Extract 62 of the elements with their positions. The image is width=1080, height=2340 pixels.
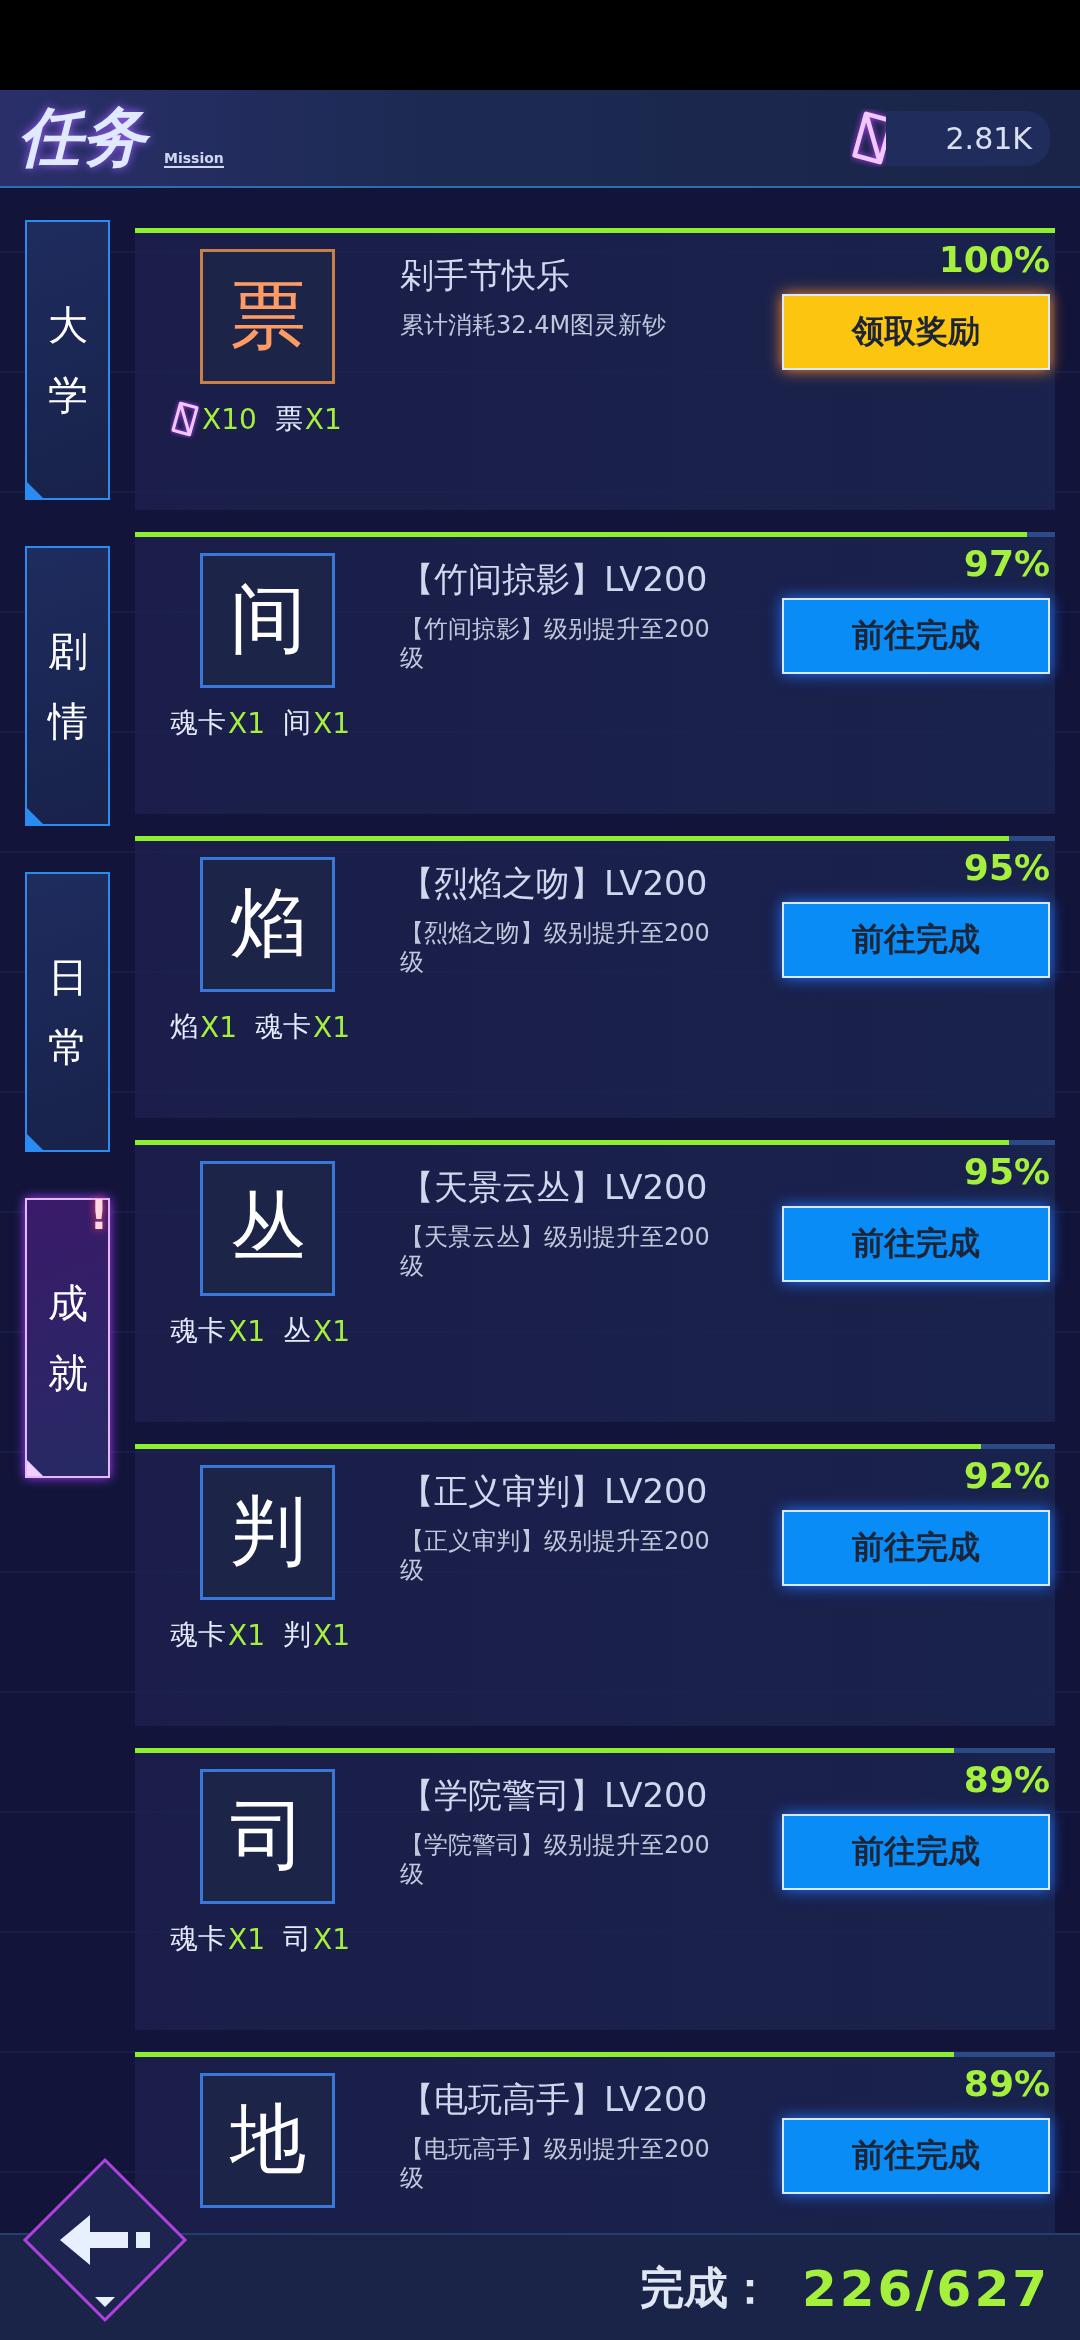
reward-item: 魂卡X1 — [170, 1313, 265, 1350]
page-subtitle: Mission — [164, 150, 224, 168]
reward-item: 票X1 — [274, 401, 342, 438]
reward-tile: 司 — [200, 1769, 335, 1904]
reward-count: X10 — [202, 402, 257, 436]
reward-item: 魂卡X1 — [255, 1009, 350, 1046]
claim-button[interactable]: 领取奖励 — [782, 294, 1050, 370]
category-tab[interactable]: 大学 — [25, 220, 110, 500]
currency-amount: 2.81K — [885, 110, 1050, 166]
task-description: 【天景云丛】级别提升至200级 — [400, 1223, 711, 1281]
progress-percent: 89% — [963, 1759, 1050, 1800]
crystal-icon — [170, 400, 200, 438]
task-title: 【天景云丛】LV200 — [400, 1166, 709, 1209]
category-tab[interactable]: 成就 ! — [25, 1198, 110, 1478]
progress-percent: 97% — [963, 543, 1050, 584]
reward-item: 焰X1 — [170, 1009, 237, 1046]
page-title: 任务 — [14, 96, 160, 180]
progress-percent: 95% — [963, 1151, 1050, 1192]
reward-tile: 判 — [200, 1465, 335, 1600]
task-description: 【竹间掠影】级别提升至200级 — [400, 615, 711, 673]
go-button[interactable]: 前往完成 — [782, 902, 1050, 978]
progress-percent: 100% — [938, 239, 1050, 280]
reward-item: 间X1 — [283, 705, 350, 742]
back-button[interactable] — [20, 2155, 190, 2325]
task-title: 剁手节快乐 — [400, 254, 571, 297]
reward-item: 判X1 — [283, 1617, 350, 1654]
reward-tile: 票 — [200, 249, 335, 384]
category-tab[interactable]: 日常 — [25, 872, 110, 1152]
go-button[interactable]: 前往完成 — [782, 1206, 1050, 1282]
corner-marker — [27, 482, 43, 498]
reward-tile: 地 — [200, 2073, 335, 2208]
reward-tile: 丛 — [200, 1161, 335, 1296]
completed-count: 226/627 — [802, 2259, 1050, 2318]
task-title: 【竹间掠影】LV200 — [400, 558, 709, 601]
progress-percent: 95% — [963, 847, 1050, 888]
task-description: 【烈焰之吻】级别提升至200级 — [400, 919, 711, 977]
go-button[interactable]: 前往完成 — [782, 1510, 1050, 1586]
corner-marker — [27, 808, 43, 824]
corner-marker — [27, 1460, 43, 1476]
corner-marker — [27, 1134, 43, 1150]
progress-percent: 89% — [963, 2063, 1050, 2104]
progress-percent: 92% — [963, 1455, 1050, 1496]
go-button[interactable]: 前往完成 — [782, 2118, 1050, 2194]
reward-item: 魂卡X1 — [170, 1921, 265, 1958]
task-description: 累计消耗32.4M图灵新钞 — [400, 311, 668, 340]
reward-item: 魂卡X1 — [170, 705, 265, 742]
task-title: 【烈焰之吻】LV200 — [400, 862, 709, 905]
task-description: 【电玩高手】级别提升至200级 — [400, 2135, 711, 2193]
category-tab[interactable]: 剧情 — [25, 546, 110, 826]
reward-item: 魂卡X1 — [170, 1617, 265, 1654]
go-button[interactable]: 前往完成 — [782, 598, 1050, 674]
reward-tile: 间 — [200, 553, 335, 688]
completed-label: 完成： — [640, 2261, 772, 2315]
task-description: 【学院警司】级别提升至200级 — [400, 1831, 711, 1889]
reward-item: 丛X1 — [283, 1313, 350, 1350]
reward-tile: 焰 — [200, 857, 335, 992]
reward-item: 司 X1 — [283, 1921, 350, 1958]
task-title: 【正义审判】LV200 — [400, 1470, 709, 1513]
task-title: 【电玩高手】LV200 — [400, 2078, 709, 2121]
task-description: 【正义审判】级别提升至200级 — [400, 1527, 711, 1585]
go-button[interactable]: 前往完成 — [782, 1814, 1050, 1890]
task-title: 【学院警司】LV200 — [400, 1774, 709, 1817]
